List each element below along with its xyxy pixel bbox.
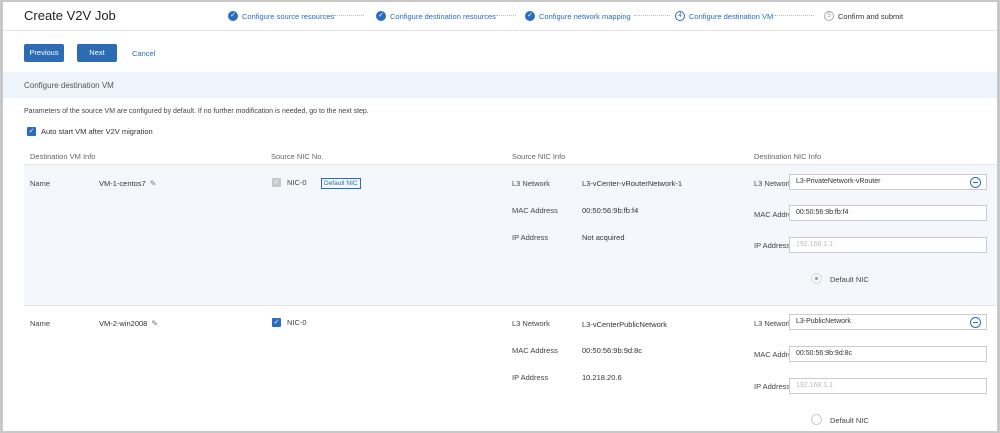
src-l3-value: L3-vCenterPublicNetwork (582, 320, 668, 329)
default-nic-label: Default NIC (830, 416, 869, 425)
next-button[interactable]: Next (77, 44, 117, 62)
step-confirm-and-submit[interactable]: 5 Confirm and submit (824, 10, 903, 22)
checkbox-checked-icon[interactable]: ✓ (27, 127, 36, 136)
src-mac-value: 00:50:56:9b:9d:8c (582, 346, 643, 355)
dst-l3-value: L3-PublicNetwork (796, 318, 851, 325)
src-ip-label: IP Address (512, 233, 549, 242)
check-circle-icon: ✓ (376, 11, 386, 21)
step-number-icon: 5 (824, 11, 834, 21)
step-divider (774, 15, 814, 16)
dst-l3-select[interactable]: L3-PrivateNetwork-vRouter (789, 174, 987, 190)
dst-mac-input[interactable]: 00:50:56:9b:fb:f4 (789, 205, 987, 221)
check-circle-icon: ✓ (228, 11, 238, 21)
auto-start-label: Auto start VM after V2V migration (41, 127, 153, 136)
name-label: Name (30, 179, 51, 188)
source-nic[interactable]: ✓ NIC-0 (272, 318, 307, 327)
name-label: Name (30, 319, 51, 328)
step-label: Configure destination resources (390, 11, 496, 21)
section-title: Configure destination VM (24, 81, 114, 90)
check-circle-icon: ✓ (525, 11, 535, 21)
wizard-header: Create V2V Job ✓ Configure source resour… (3, 2, 997, 31)
table-header: Destination VM Info Source NIC No. Sourc… (24, 148, 997, 165)
section-header: Configure destination VM (3, 72, 997, 98)
source-nic[interactable]: ✓ NIC-0 (272, 178, 307, 187)
description-text: Parameters of the source VM are configur… (24, 108, 369, 115)
dst-ip-label: IP Address (754, 382, 791, 391)
checkbox-checked-icon[interactable]: ✓ (272, 318, 281, 327)
step-divider (496, 15, 516, 16)
dst-ip-input[interactable]: 192.168.1.1 (789, 237, 987, 253)
dst-ip-input[interactable]: 192.168.1.1 (789, 378, 987, 394)
step-label: Configure network mapping (539, 11, 631, 21)
vm-name: VM-1-centos7 ✎ (99, 179, 156, 188)
more-options-icon[interactable] (970, 177, 981, 188)
dialog: Create V2V Job ✓ Configure source resour… (3, 2, 997, 431)
vm-name-text: VM-1-centos7 (99, 179, 146, 188)
step-label: Configure destination VM (689, 11, 774, 21)
default-nic-label: Default NIC (830, 275, 869, 284)
src-mac-value: 00:50:56:9b:fb:f4 (582, 206, 639, 215)
default-nic-radio[interactable] (811, 273, 822, 284)
page-title: Create V2V Job (24, 8, 116, 23)
step-divider (634, 15, 670, 16)
default-nic-radio[interactable] (811, 414, 822, 425)
step-divider (334, 15, 364, 16)
src-ip-label: IP Address (512, 373, 549, 382)
cancel-button[interactable]: Cancel (132, 49, 155, 58)
step-label: Confirm and submit (838, 11, 904, 21)
step-configure-destination-vm[interactable]: 4 Configure destination VM (675, 10, 773, 22)
column-header: Destination VM Info (30, 152, 96, 161)
edit-pencil-icon[interactable]: ✎ (150, 179, 157, 188)
src-ip-value: Not acquired (582, 233, 625, 242)
dst-ip-label: IP Address (754, 241, 791, 250)
src-ip-value: 10.218.20.6 (582, 373, 622, 382)
src-l3-value: L3-vCenter-vRouterNetwork-1 (582, 179, 683, 188)
dst-mac-input[interactable]: 00:50:56:9b:9d:8c (789, 346, 987, 362)
step-label: Configure source resources (242, 11, 335, 21)
checkbox-disabled-icon: ✓ (272, 178, 281, 187)
table-row: Name VM-2-win2008 ✎ ✓ NIC-0 L3 Network L3… (24, 307, 997, 431)
step-number-icon: 4 (675, 11, 685, 21)
step-configure-source-resources[interactable]: ✓ Configure source resources (228, 10, 334, 22)
table-row: Name VM-1-centos7 ✎ ✓ NIC-0 Default NIC L… (24, 165, 997, 306)
column-header: Source NIC No. (271, 152, 324, 161)
src-mac-label: MAC Address (512, 206, 558, 215)
column-header: Destination NIC Info (754, 152, 822, 161)
previous-button[interactable]: Previous (24, 44, 64, 62)
src-l3-label: L3 Network (512, 179, 550, 188)
src-mac-label: MAC Address (512, 346, 558, 355)
auto-start-option[interactable]: ✓ Auto start VM after V2V migration (27, 127, 153, 136)
step-configure-network-mapping[interactable]: ✓ Configure network mapping (525, 10, 631, 22)
default-nic-badge: Default NIC (321, 178, 361, 189)
dst-l3-select[interactable]: L3-PublicNetwork (789, 314, 987, 330)
nic-label: NIC-0 (287, 318, 307, 327)
edit-pencil-icon[interactable]: ✎ (151, 319, 158, 328)
column-header: Source NIC Info (512, 152, 566, 161)
vm-name: VM-2-win2008 ✎ (99, 319, 158, 328)
vm-name-text: VM-2-win2008 (99, 319, 148, 328)
step-configure-destination-resources[interactable]: ✓ Configure destination resources (376, 10, 496, 22)
src-l3-label: L3 Network (512, 319, 550, 328)
dst-l3-value: L3-PrivateNetwork-vRouter (796, 178, 881, 185)
more-options-icon[interactable] (970, 317, 981, 328)
nic-label: NIC-0 (287, 178, 307, 187)
